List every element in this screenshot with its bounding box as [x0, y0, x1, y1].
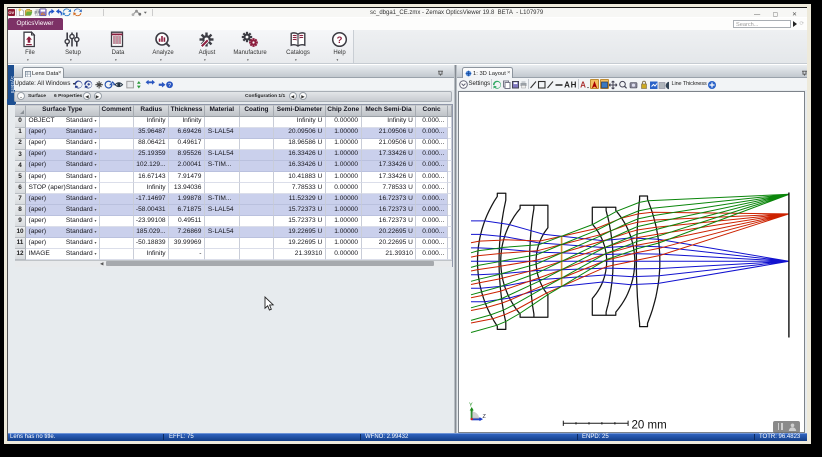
svg-text:H: H: [571, 80, 577, 89]
svg-text:A: A: [580, 80, 586, 89]
svg-text:Z: Z: [482, 414, 486, 420]
svg-text:A: A: [564, 80, 570, 89]
svg-text:?: ?: [167, 83, 170, 89]
svg-text:20 mm: 20 mm: [631, 419, 666, 431]
svg-text:?: ?: [336, 35, 342, 46]
svg-text:Y: Y: [469, 402, 473, 408]
